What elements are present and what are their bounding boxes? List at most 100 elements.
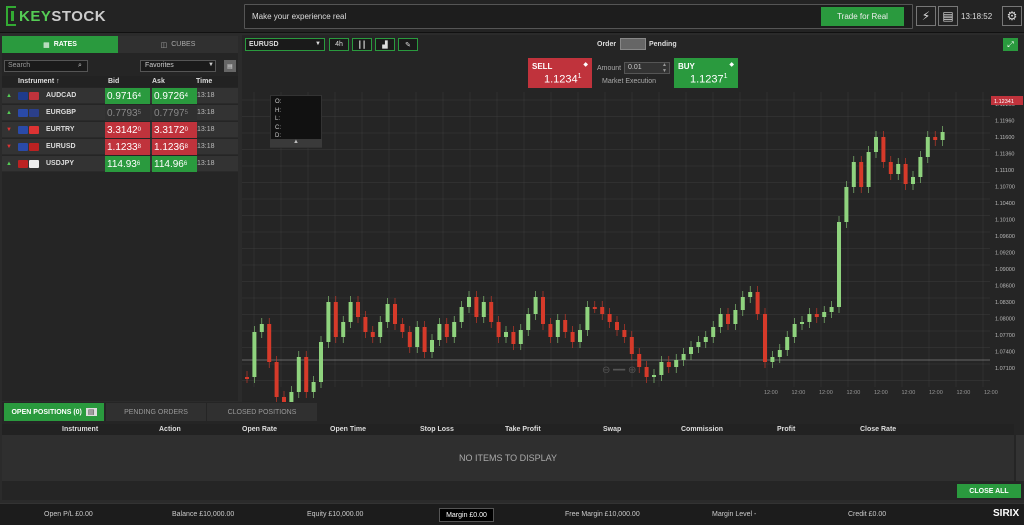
buy-button[interactable]: BUY ◆ 1.12371	[674, 58, 738, 88]
equity: Equity £10,000.00	[307, 511, 364, 518]
candle	[807, 314, 812, 322]
empty-state-text: NO ITEMS TO DISPLAY	[2, 435, 1014, 481]
candle	[770, 357, 775, 362]
col-bid[interactable]: Bid	[108, 78, 119, 85]
rate-time: 13:18	[197, 143, 215, 150]
bid-price[interactable]: 3.3142 0	[105, 122, 150, 138]
zoom-control[interactable]: ⊖ ━━ ⊕	[602, 365, 636, 376]
col-action[interactable]: Action	[159, 426, 181, 433]
document-icon[interactable]: ▤	[938, 6, 958, 26]
bid-price[interactable]: 114.93 6	[105, 156, 150, 172]
col-close-rate[interactable]: Close Rate	[860, 426, 896, 433]
favorites-select[interactable]: Favorites	[140, 60, 216, 72]
candlestick-chart[interactable]: 1.122001.119601.116001.113601.111001.107…	[242, 92, 1024, 402]
col-swap[interactable]: Swap	[603, 426, 621, 433]
col-take-profit[interactable]: Take Profit	[505, 426, 541, 433]
col-commission[interactable]: Commission	[681, 426, 723, 433]
symbol-select[interactable]: EURUSD ▼	[245, 38, 325, 51]
candle	[711, 327, 716, 337]
arrow-up-icon: ▲	[6, 93, 12, 99]
tab-rates[interactable]: ▦ RATES	[2, 36, 118, 53]
logo-mark-icon	[6, 6, 16, 26]
settings-gear-icon[interactable]: ⚙	[1002, 6, 1022, 26]
bid-price[interactable]: 0.9716 4	[105, 88, 150, 104]
sell-label: SELL	[532, 62, 553, 71]
candle	[933, 137, 938, 140]
bid-price[interactable]: 1.1233 8	[105, 139, 150, 155]
tab-closed-positions[interactable]: CLOSED POSITIONS	[207, 403, 317, 421]
ohlc-collapse-icon[interactable]: ▲	[270, 139, 322, 147]
price-tick-label: 1.10400	[995, 201, 1015, 207]
rate-row-eurtry[interactable]: ▼ EURTRY 3.3142 0 3.3172 0 13:18	[2, 122, 238, 138]
ask-price[interactable]: 1.1236 8	[152, 139, 197, 155]
candles-icon[interactable]: ┃┃	[352, 38, 372, 51]
price-tick-label: 1.11960	[995, 119, 1014, 125]
col-instrument[interactable]: Instrument	[62, 426, 98, 433]
list-view-button[interactable]: ▤	[224, 60, 236, 72]
candle	[681, 354, 686, 360]
candle	[703, 337, 708, 342]
ask-price[interactable]: 0.7797 5	[152, 105, 197, 121]
candle	[888, 162, 893, 174]
promo-text: Make your experience real	[252, 12, 347, 21]
candle	[866, 152, 871, 187]
indicators-icon[interactable]: ▟	[375, 38, 395, 51]
candle	[600, 307, 605, 314]
rate-symbol: EURTRY	[46, 126, 75, 133]
candle	[437, 324, 442, 340]
time-axis-label: 12:00	[792, 390, 806, 396]
close-all-button[interactable]: CLOSE ALL	[957, 484, 1021, 498]
currency-flags-icon	[18, 92, 40, 100]
rate-row-usdjpy[interactable]: ▲ USDJPY 114.93 6 114.96 6 13:18	[2, 156, 238, 172]
ask-price[interactable]: 3.3172 0	[152, 122, 197, 138]
timeframe-button[interactable]: 4h	[329, 38, 349, 51]
rate-symbol: USDJPY	[46, 160, 75, 167]
rate-symbol: EURGBP	[46, 109, 76, 116]
candle	[370, 332, 375, 337]
top-header: KEYSTOCK Make your experience real Trade…	[0, 0, 1024, 33]
col-ask[interactable]: Ask	[152, 78, 165, 85]
draw-tool-icon[interactable]: ✎	[398, 38, 418, 51]
rate-row-audcad[interactable]: ▲ AUDCAD 0.9716 4 0.9726 4 13:18	[2, 88, 238, 104]
export-icon[interactable]: ▤	[85, 408, 97, 416]
rate-symbol: AUDCAD	[46, 92, 77, 99]
currency-flags-icon	[18, 126, 40, 134]
col-open-rate[interactable]: Open Rate	[242, 426, 277, 433]
col-profit[interactable]: Profit	[777, 426, 795, 433]
col-time[interactable]: Time	[196, 78, 212, 85]
candle	[674, 360, 679, 367]
rate-row-eurgbp[interactable]: ▲ EURGBP 0.7793 5 0.7797 5 13:18	[2, 105, 238, 121]
col-stop-loss[interactable]: Stop Loss	[420, 426, 454, 433]
quick-trade-icon[interactable]: ⚡	[916, 6, 936, 26]
ask-price[interactable]: 114.96 6	[152, 156, 197, 172]
rate-row-eurusd[interactable]: ▼ EURUSD 1.1233 8 1.1236 8 13:18	[2, 139, 238, 155]
expand-icon[interactable]: ⤢	[1003, 38, 1018, 51]
candle	[326, 302, 331, 342]
order-pending-toggle[interactable]	[620, 38, 646, 50]
tab-cubes[interactable]: ◫ CUBES	[118, 36, 238, 53]
bid-price[interactable]: 0.7793 5	[105, 105, 150, 121]
amount-stepper-icon[interactable]: ▲ ▼	[662, 62, 667, 74]
sell-button[interactable]: SELL ◆ 1.12341	[528, 58, 592, 88]
price-tick-label: 1.10700	[995, 185, 1015, 191]
rate-time: 13:18	[197, 92, 215, 99]
candle	[274, 362, 279, 397]
price-tick-label: 1.09200	[995, 251, 1015, 257]
tab-open-positions[interactable]: OPEN POSITIONS (0) ▤	[4, 403, 104, 421]
time-axis-label: 12:00	[764, 390, 778, 396]
col-open-time[interactable]: Open Time	[330, 426, 366, 433]
price-tick-label: 1.07400	[995, 350, 1015, 356]
trade-for-real-button[interactable]: Trade for Real	[821, 7, 904, 26]
sell-price: 1.1234	[544, 73, 578, 86]
tab-pending-orders[interactable]: PENDING ORDERS	[106, 403, 206, 421]
ask-price[interactable]: 0.9726 4	[152, 88, 197, 104]
col-instrument[interactable]: Instrument ↑	[18, 78, 60, 85]
time-axis-label: 12:00	[902, 390, 916, 396]
candle	[629, 337, 634, 354]
trading-app: KEYSTOCK Make your experience real Trade…	[0, 0, 1024, 525]
scrollbar[interactable]	[1016, 435, 1024, 481]
market-execution-label: Market Execution	[602, 78, 657, 85]
search-input[interactable]: Search	[4, 60, 88, 72]
candle	[726, 314, 730, 324]
candle	[459, 307, 464, 322]
